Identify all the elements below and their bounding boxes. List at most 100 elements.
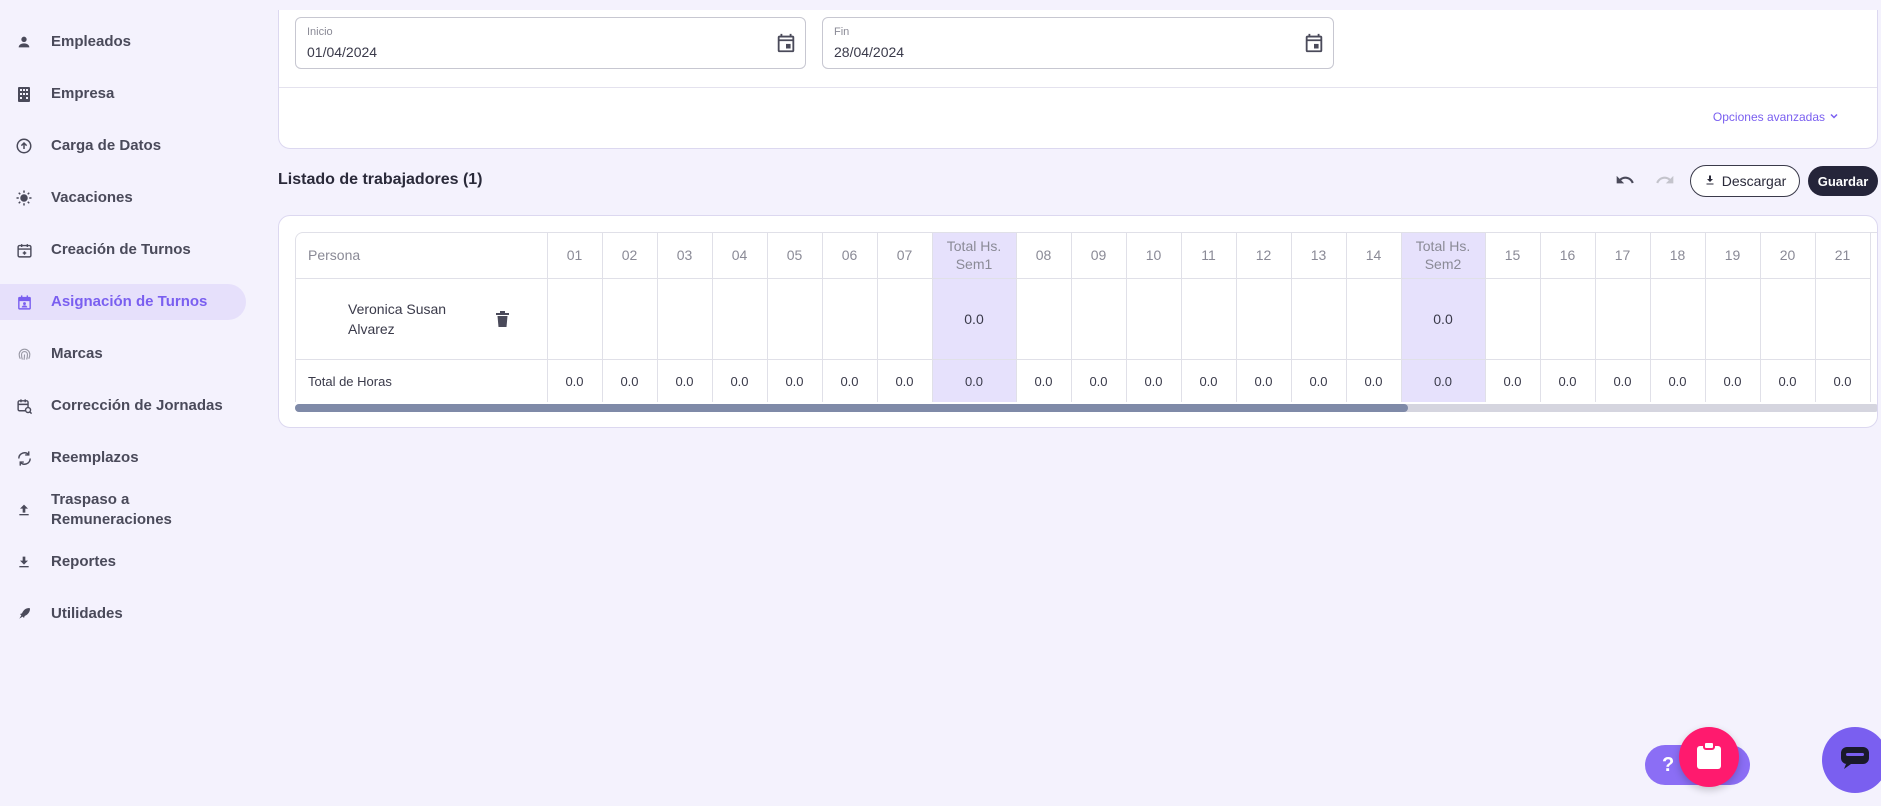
- column-header-day: 09: [1071, 233, 1127, 279]
- column-header-day: 21: [1815, 233, 1871, 279]
- fingerprint-icon: [14, 344, 34, 364]
- shift-cell[interactable]: [1236, 278, 1292, 360]
- sidebar-item-correccion-de-jornadas[interactable]: Corrección de Jornadas: [0, 388, 246, 424]
- advanced-options-link[interactable]: Opciones avanzadas: [1713, 110, 1839, 124]
- clipboard-icon: [1696, 740, 1722, 774]
- sidebar-item-empleados[interactable]: Empleados: [0, 24, 246, 60]
- column-header-day: 19: [1705, 233, 1761, 279]
- chat-button[interactable]: [1822, 727, 1881, 793]
- person-icon: [14, 32, 34, 52]
- week-total-cell: 0.0: [932, 278, 1017, 360]
- shift-cell[interactable]: [1705, 278, 1761, 360]
- sidebar-item-reemplazos[interactable]: Reemplazos: [0, 440, 246, 476]
- shift-cell[interactable]: [1540, 278, 1596, 360]
- sidebar-item-asignacion-de-turnos[interactable]: Asignación de Turnos: [0, 284, 246, 320]
- calendar-icon[interactable]: [775, 32, 797, 54]
- scrollbar-thumb[interactable]: [295, 404, 1408, 412]
- person-name: Veronica Susan Alvarez: [348, 300, 447, 337]
- sidebar-item-label: Creación de Turnos: [51, 241, 191, 258]
- start-date-field[interactable]: Inicio 01/04/2024: [295, 17, 806, 69]
- column-header-day: 12: [1236, 233, 1292, 279]
- shift-cell[interactable]: [822, 278, 878, 360]
- total-hours-cell: 0.0: [1181, 359, 1237, 402]
- total-hours-cell: 0.0: [1401, 359, 1486, 402]
- sidebar-item-label: Reemplazos: [51, 449, 139, 466]
- total-hours-cell: 0.0: [1291, 359, 1347, 402]
- redo-button[interactable]: [1653, 170, 1677, 194]
- sidebar-item-marcas[interactable]: Marcas: [0, 336, 246, 372]
- sidebar-item-label: Marcas: [51, 345, 103, 362]
- shift-cell[interactable]: [547, 278, 603, 360]
- calendar-search-icon: [14, 396, 34, 416]
- shift-cell[interactable]: [877, 278, 933, 360]
- shift-table-scroll-area[interactable]: Persona 01 02 03 04 05 06 07 Total Hs. Sem1 08 09…: [295, 232, 1877, 402]
- calendar-add-icon: [14, 240, 34, 260]
- shift-cell[interactable]: [657, 278, 713, 360]
- redo-icon: [1655, 170, 1675, 195]
- shift-cell[interactable]: [1181, 278, 1237, 360]
- sidebar-item-label: Empleados: [51, 33, 132, 50]
- total-hours-cell: 0.0: [932, 359, 1017, 402]
- shift-cell[interactable]: [1760, 278, 1816, 360]
- total-hours-cell: 0.0: [1815, 359, 1871, 402]
- total-hours-cell: 0.0: [1595, 359, 1651, 402]
- calendar-icon[interactable]: [1303, 32, 1325, 54]
- help-label: ?: [1662, 753, 1675, 776]
- shift-cell[interactable]: [767, 278, 823, 360]
- chat-icon: [1840, 746, 1870, 775]
- shift-cell[interactable]: [1016, 278, 1072, 360]
- shift-cell[interactable]: [712, 278, 768, 360]
- column-header-day: 05: [767, 233, 823, 279]
- shift-cell[interactable]: [1815, 278, 1871, 360]
- sidebar-item-label: Corrección de Jornadas: [51, 397, 223, 414]
- sidebar-item-carga-de-datos[interactable]: Carga de Datos: [0, 128, 246, 164]
- shift-cell[interactable]: [1485, 278, 1541, 360]
- horizontal-scrollbar[interactable]: [295, 404, 1877, 412]
- total-hours-cell: 0.0: [657, 359, 713, 402]
- shift-cell[interactable]: [1595, 278, 1651, 360]
- totals-label: Total de Horas: [296, 359, 548, 402]
- total-hours-cell: 0.0: [1540, 359, 1596, 402]
- sidebar-item-label: Traspaso a Remuneraciones: [51, 491, 172, 528]
- shift-table: Persona 01 02 03 04 05 06 07 Total Hs. Sem1 08 09…: [296, 233, 1871, 402]
- table-row: Veronica Susan Alvarez 0.0 0.0: [296, 278, 1871, 360]
- sidebar-item-empresa[interactable]: Empresa: [0, 76, 246, 112]
- shift-cell[interactable]: [1071, 278, 1127, 360]
- totals-row: Total de Horas 0.0 0.0 0.0 0.0 0.0 0.0 0.0 0.0 0…: [296, 359, 1871, 402]
- total-hours-cell: 0.0: [1071, 359, 1127, 402]
- end-date-field[interactable]: Fin 28/04/2024: [822, 17, 1334, 69]
- sidebar-item-label: Vacaciones: [51, 189, 133, 206]
- sidebar-item-reportes[interactable]: Reportes: [0, 544, 246, 580]
- save-button[interactable]: Guardar: [1808, 166, 1878, 196]
- download-icon: [1704, 173, 1716, 189]
- clipboard-button[interactable]: [1679, 727, 1739, 787]
- total-hours-cell: 0.0: [712, 359, 768, 402]
- trash-icon[interactable]: [496, 310, 512, 329]
- download-button[interactable]: Descargar: [1690, 165, 1800, 197]
- sidebar-item-creacion-de-turnos[interactable]: Creación de Turnos: [0, 232, 246, 268]
- shift-cell[interactable]: [1346, 278, 1402, 360]
- sidebar-item-traspaso-a-remuneraciones[interactable]: Traspaso a Remuneraciones: [0, 488, 246, 532]
- column-header-day: 01: [547, 233, 603, 279]
- upload-circle-icon: [14, 136, 34, 156]
- shift-cell[interactable]: [1650, 278, 1706, 360]
- total-hours-cell: 0.0: [1650, 359, 1706, 402]
- column-header-day: 04: [712, 233, 768, 279]
- calendar-person-icon: [14, 292, 34, 312]
- download-label: Descargar: [1721, 173, 1787, 189]
- column-header-day: 11: [1181, 233, 1237, 279]
- shift-cell[interactable]: [1126, 278, 1182, 360]
- sidebar-item-utilidades[interactable]: Utilidades: [0, 596, 246, 632]
- sidebar-item-vacaciones[interactable]: Vacaciones: [0, 180, 246, 216]
- undo-button[interactable]: [1613, 170, 1637, 194]
- shift-cell[interactable]: [602, 278, 658, 360]
- column-header-day: 18: [1650, 233, 1706, 279]
- shift-cell[interactable]: [1291, 278, 1347, 360]
- building-icon: [14, 84, 34, 104]
- upload-icon: [14, 500, 34, 520]
- undo-icon: [1615, 170, 1635, 195]
- rocket-icon: [14, 604, 34, 624]
- chevron-down-icon: [1829, 110, 1839, 124]
- total-hours-cell: 0.0: [1236, 359, 1292, 402]
- column-header-day: 10: [1126, 233, 1182, 279]
